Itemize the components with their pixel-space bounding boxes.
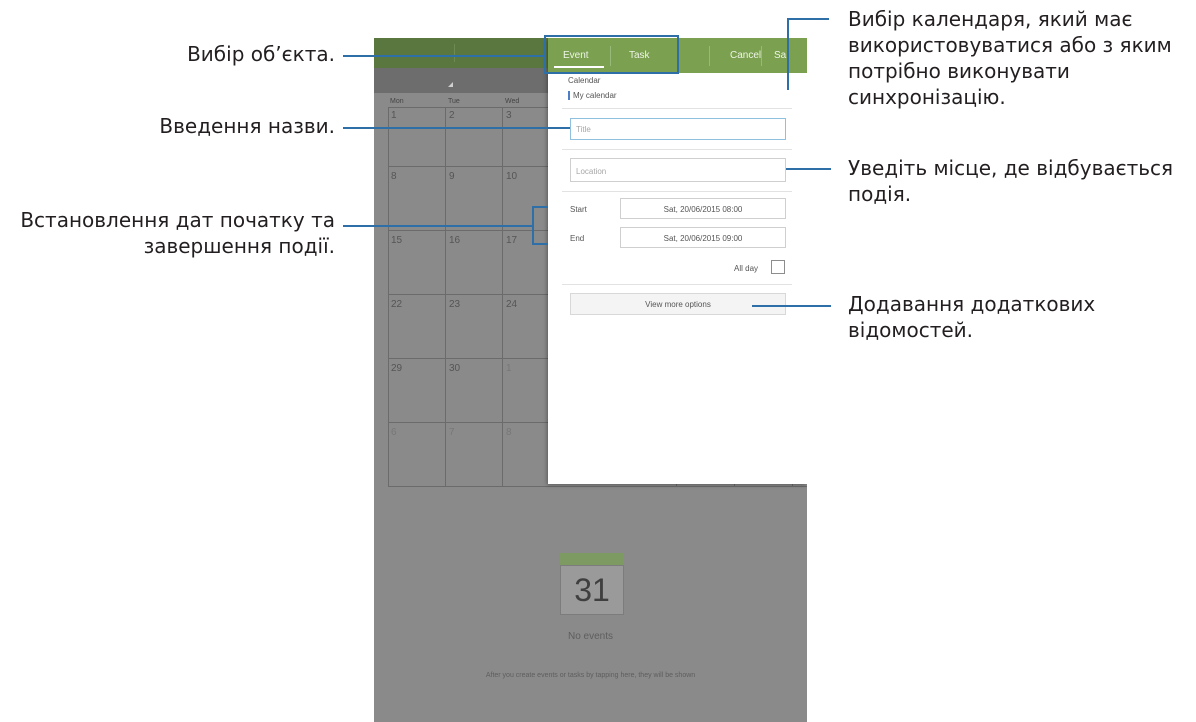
divider: [562, 191, 792, 192]
callout-leader-drop: [787, 18, 789, 90]
no-events-text: No events: [567, 631, 614, 642]
divider: [562, 149, 792, 150]
day-cell-number[interactable]: 30: [449, 363, 460, 374]
callout-leader-line: [343, 55, 544, 57]
callout-calendar-line3: потрібно виконувати: [848, 59, 1070, 83]
location-input[interactable]: Location: [570, 158, 786, 182]
callout-bracket: [532, 206, 534, 245]
menu-divider: [454, 44, 455, 62]
callout-dates-line2: завершення події.: [143, 234, 335, 258]
empty-hint-text: After you create events or tasks by tapp…: [485, 672, 696, 679]
end-datetime-value: Sat, 20/06/2015 09:00: [663, 234, 743, 243]
grid-line: [388, 107, 389, 487]
divider: [562, 108, 792, 109]
callout-dates-line1: Встановлення дат початку та: [20, 208, 335, 232]
save-button[interactable]: Sa: [774, 50, 786, 61]
location-placeholder: Location: [576, 167, 607, 176]
day-cell-number[interactable]: 17: [506, 235, 517, 246]
grid-line: [388, 166, 548, 167]
calendar-label: Calendar: [568, 76, 601, 85]
callout-leader-line: [786, 168, 831, 170]
grid-line: [792, 484, 793, 487]
grid-line: [734, 484, 735, 487]
callout-leader-line: [752, 305, 831, 307]
end-label: End: [570, 234, 585, 243]
grid-line: [388, 294, 548, 295]
callout-more-line2: відомостей.: [848, 318, 974, 342]
callout-location-line1: Уведіть місце, де відбувається: [848, 156, 1174, 180]
callout-leader-line: [787, 18, 829, 20]
title-placeholder: Title: [576, 125, 591, 134]
calendar-color-marker: [568, 91, 570, 100]
callout-highlight-tabs: [544, 35, 679, 74]
grid-line: [388, 230, 548, 231]
calendar-tile-day: 31: [574, 572, 610, 608]
calendar-selector[interactable]: My calendar: [573, 91, 617, 100]
callout-leader-line: [343, 225, 532, 227]
callout-object-select: Вибір об’єкта.: [187, 42, 335, 66]
all-day-checkbox[interactable]: [771, 260, 785, 274]
day-cell-number[interactable]: 1: [506, 363, 512, 374]
callout-bracket-top: [532, 206, 548, 208]
callout-calendar-line1: Вибір календаря, який має: [848, 7, 1133, 31]
divider: [562, 284, 792, 285]
device-screen: Mon Tue Wed 1 2 3 8 9 10 15 16 17 22 23 …: [374, 38, 807, 722]
grid-line: [388, 358, 548, 359]
day-cell-number[interactable]: 2: [449, 110, 455, 121]
grid-line: [676, 484, 677, 487]
all-day-label: All day: [734, 264, 759, 273]
grid-line: [388, 422, 548, 423]
day-cell-number[interactable]: 22: [391, 299, 402, 310]
end-datetime-field[interactable]: Sat, 20/06/2015 09:00: [620, 227, 786, 248]
callout-name-entry: Введення назви.: [159, 114, 335, 138]
day-cell-number[interactable]: 1: [391, 110, 397, 121]
day-cell-number[interactable]: 8: [391, 171, 397, 182]
day-cell-number[interactable]: 3: [506, 110, 512, 121]
callout-calendar-line2: використовуватися або з яким: [848, 33, 1172, 57]
day-cell-number[interactable]: 6: [391, 427, 397, 438]
day-cell-number[interactable]: 8: [506, 427, 512, 438]
grid-line: [388, 486, 807, 487]
day-cell-number[interactable]: 23: [449, 299, 460, 310]
callout-calendar-line4: синхронізацію.: [848, 85, 1006, 109]
calendar-tile-icon: 31: [560, 565, 624, 615]
day-cell-number[interactable]: 16: [449, 235, 460, 246]
calendar-tile-header: [560, 553, 624, 565]
start-label: Start: [570, 205, 587, 214]
callout-more-line1: Додавання додаткових: [848, 292, 1096, 316]
day-cell-number[interactable]: 7: [449, 427, 455, 438]
grid-line: [445, 107, 446, 487]
callout-leader-line: [343, 127, 570, 129]
day-cell-number[interactable]: 24: [506, 299, 517, 310]
create-event-panel: Event Task Cancel Sa Calendar My calenda…: [548, 38, 807, 484]
weekday-header: Wed: [505, 98, 520, 105]
start-datetime-field[interactable]: Sat, 20/06/2015 08:00: [620, 198, 786, 219]
callout-location-line2: подія.: [848, 182, 912, 206]
cancel-button[interactable]: Cancel: [730, 50, 761, 61]
grid-line: [502, 107, 503, 487]
callout-bracket-bottom: [532, 243, 548, 245]
start-datetime-value: Sat, 20/06/2015 08:00: [663, 205, 743, 214]
day-cell-number[interactable]: 10: [506, 171, 517, 182]
day-cell-number[interactable]: 9: [449, 171, 455, 182]
day-cell-number[interactable]: 29: [391, 363, 402, 374]
action-divider: [761, 46, 762, 66]
title-input[interactable]: Title: [570, 118, 786, 140]
weekday-header: Tue: [448, 98, 460, 105]
day-cell-number[interactable]: 15: [391, 235, 402, 246]
view-more-options-button[interactable]: View more options: [570, 293, 786, 315]
weekday-header: Mon: [390, 98, 404, 105]
dropdown-caret-icon: [448, 82, 453, 87]
action-divider: [709, 46, 710, 66]
